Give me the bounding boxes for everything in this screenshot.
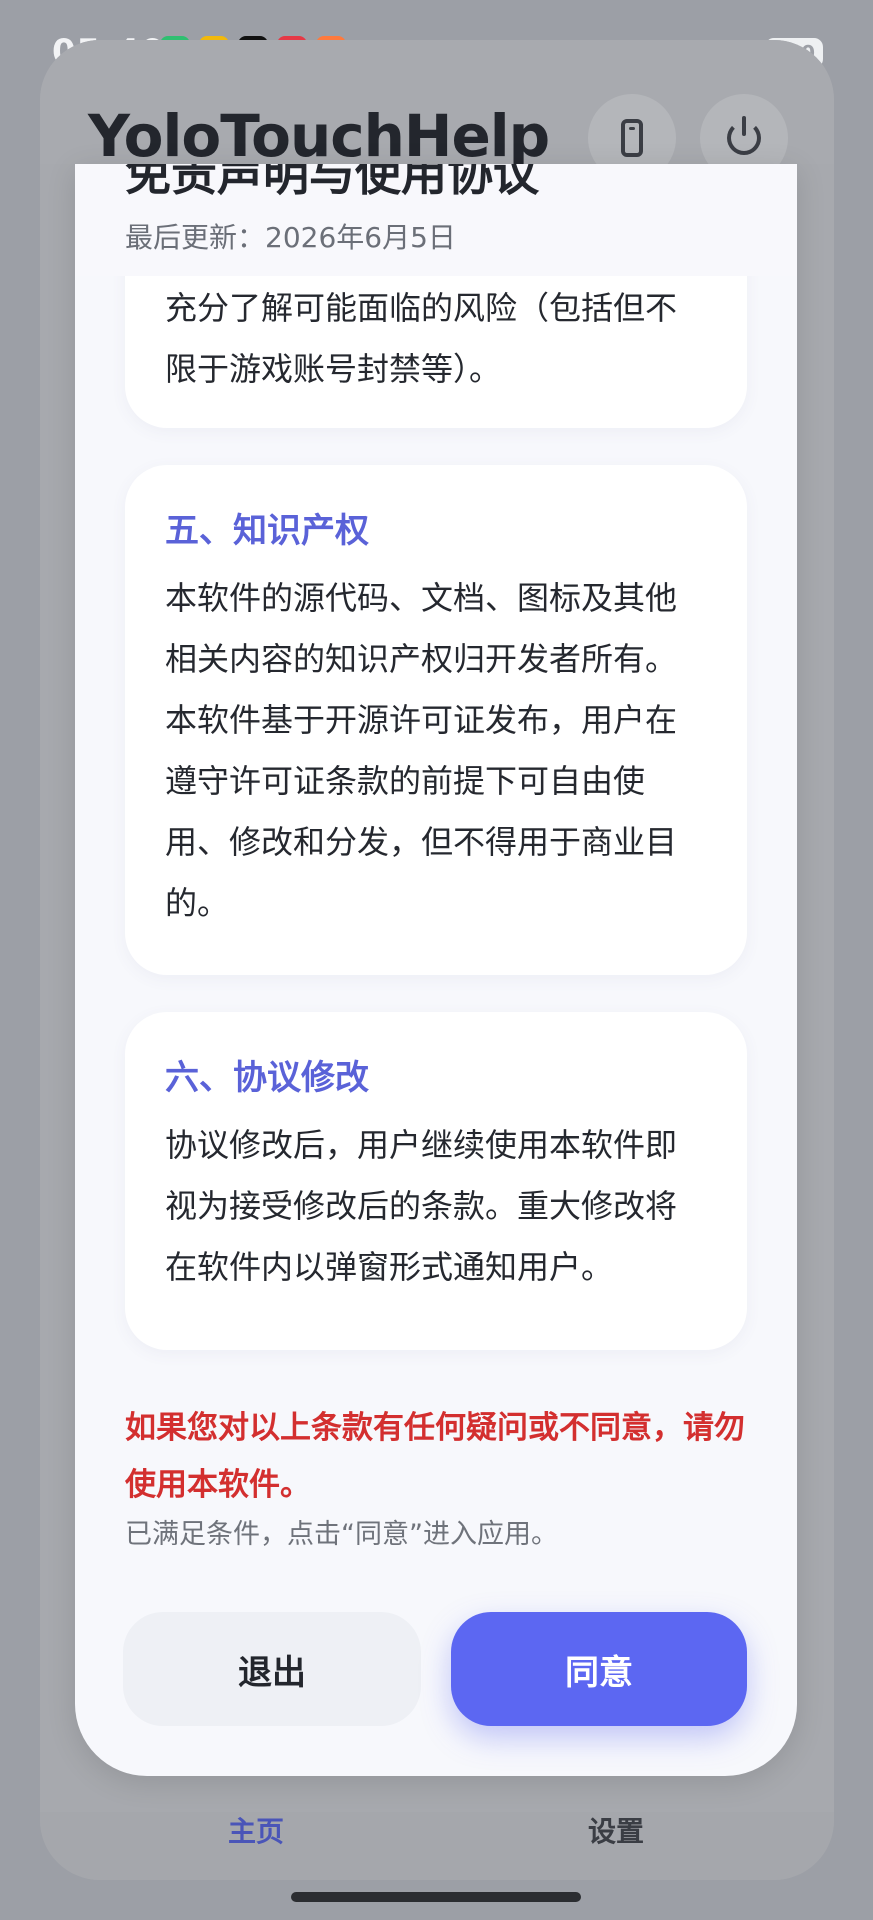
section-body: 本软件的源代码、文档、图标及其他相关内容的知识产权归开发者所有。本软件基于开源许… [165,579,678,922]
section-body: 协议修改后，用户继续使用本软件即视为接受修改后的条款。重大修改将在软件内以弹窗形… [165,1126,678,1286]
section-heading: 五、知识产权 [165,511,369,551]
exit-button[interactable]: 退出 [123,1612,421,1726]
bottom-nav [40,1812,834,1880]
condition-note: 已满足条件，点击“同意”进入应用。 [125,1519,558,1550]
nav-tab-settings[interactable]: 设置 [588,1810,644,1850]
agree-button[interactable]: 同意 [451,1612,747,1726]
nav-tab-home[interactable]: 主页 [228,1810,284,1850]
app-title: YoloTouchHelp [88,102,550,170]
section-heading: 六、协议修改 [165,1058,369,1098]
last-updated: 最后更新：2026年6月5日 [125,221,456,254]
section-card-amendment: 六、协议修改 协议修改后，用户继续使用本软件即视为接受修改后的条款。重大修改将在… [125,1012,747,1350]
dialog-title: 免责声明与使用协议 [125,164,539,201]
section-body: 充分了解可能面临的风险（包括但不限于游戏账号封禁等）。 [165,289,678,388]
home-indicator[interactable] [291,1892,581,1902]
power-icon [727,116,761,155]
phone-icon [621,119,643,157]
screen: 05:40 ▮ ✦ ♪ 小红书 ▲ Ⓝ ▯ ✱ ▂▄▆ 100 YoloTouc… [0,0,873,1920]
dialog-header: 免责声明与使用协议 最后更新：2026年6月5日 [75,164,797,276]
section-card-ip: 五、知识产权 本软件的源代码、文档、图标及其他相关内容的知识产权归开发者所有。本… [125,465,747,975]
warning-text: 如果您对以上条款有任何疑问或不同意，请勿使用本软件。 [125,1410,745,1503]
disclaimer-dialog: 免责声明与使用协议 最后更新：2026年6月5日 充分了解可能面临的风险（包括但… [75,164,797,1776]
